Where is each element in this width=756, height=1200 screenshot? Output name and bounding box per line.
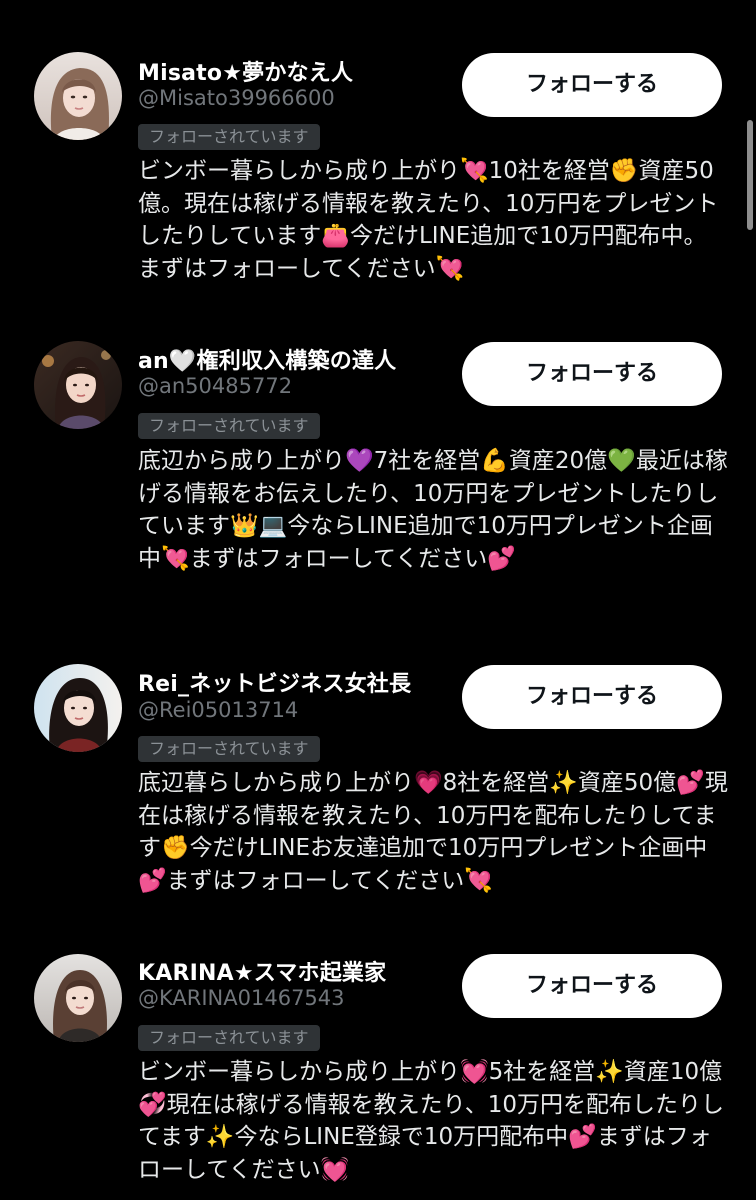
follow-button[interactable]: フォローする bbox=[462, 954, 722, 1018]
avatar[interactable] bbox=[34, 664, 122, 752]
user-handle: @Misato39966600 bbox=[138, 86, 335, 110]
follow-button[interactable]: フォローする bbox=[462, 53, 722, 117]
user-handle: @KARINA01467543 bbox=[138, 986, 345, 1010]
follow-button[interactable]: フォローする bbox=[462, 342, 722, 406]
display-name[interactable]: an🤍権利収入構築の達人 bbox=[138, 343, 396, 375]
follows-you-badge: フォローされています bbox=[138, 124, 320, 150]
display-name[interactable]: KARINA★スマホ起業家 bbox=[138, 955, 386, 987]
avatar[interactable] bbox=[34, 52, 122, 140]
follows-you-badge: フォローされています bbox=[138, 1025, 320, 1051]
user-bio: 底辺暮らしから成り上がり💗8社を経営✨資産50億💕現在は稼げる情報を教えたり、1… bbox=[138, 770, 728, 894]
follows-you-badge: フォローされています bbox=[138, 736, 320, 762]
avatar[interactable] bbox=[34, 341, 122, 429]
user-list: Misato★夢かなえ人 @Misato39966600 フォローされています … bbox=[0, 0, 756, 1200]
follow-button[interactable]: フォローする bbox=[462, 665, 722, 729]
user-bio: ビンボー暮らしから成り上がり💘10社を経営✊資産50億。現在は稼げる情報を教えた… bbox=[138, 158, 719, 282]
display-name[interactable]: Misato★夢かなえ人 bbox=[138, 55, 353, 87]
user-bio: 底辺から成り上がり💜7社を経営💪資産20億💚最近は稼げる情報をお伝えしたり、10… bbox=[138, 448, 728, 572]
user-handle: @an50485772 bbox=[138, 374, 293, 398]
user-bio: ビンボー暮らしから成り上がり💓5社を経営✨資産10億💞現在は稼げる情報を教えたり… bbox=[138, 1059, 724, 1183]
user-handle: @Rei05013714 bbox=[138, 698, 299, 722]
avatar[interactable] bbox=[34, 954, 122, 1042]
display-name[interactable]: Rei_ネットビジネス女社長 bbox=[138, 666, 411, 698]
follows-you-badge: フォローされています bbox=[138, 413, 320, 439]
scrollbar[interactable] bbox=[747, 120, 753, 230]
